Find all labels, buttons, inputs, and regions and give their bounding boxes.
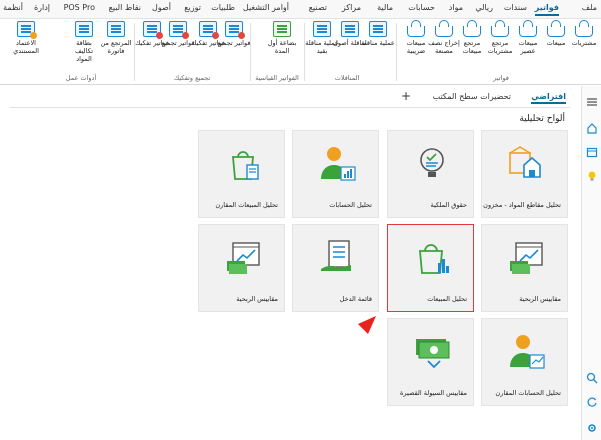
split-icon <box>143 21 163 39</box>
refresh-icon[interactable] <box>586 396 598 408</box>
cost-card-button[interactable]: بطاقة تكاليف المواد <box>67 21 101 63</box>
equity-icon <box>420 148 444 177</box>
basket-icon <box>519 20 537 37</box>
asset-transfer-icon <box>341 21 359 37</box>
first-period-button[interactable]: بضاعة أول المدة <box>265 21 299 55</box>
lightbulb-icon[interactable] <box>586 170 598 182</box>
inventory-analysis-icon <box>509 146 541 178</box>
ribbon-divider <box>304 23 305 81</box>
approval-button[interactable]: الاعتماد المستندي <box>9 21 43 55</box>
tile-comparative-sales[interactable]: تحليل المبيعات المقارن <box>198 130 285 218</box>
tile-comparative-accounts[interactable]: تحليل الحسابات المقارن <box>481 318 568 406</box>
tab-pos[interactable]: نقاط البيع <box>109 3 141 12</box>
gear-icon[interactable] <box>586 422 598 434</box>
group-label-standard-invoices: الفواتير القياسية <box>255 74 299 82</box>
tile-inventory-analysis[interactable]: تحليل مقاطع المواد - مخزون <box>481 130 568 218</box>
basket-icon <box>463 20 481 37</box>
page-title: ألواح تحليلية <box>519 114 565 124</box>
add-tab-button[interactable]: + <box>401 89 411 103</box>
tile-caption: تحليل الحسابات المقارن <box>495 389 561 397</box>
tile-caption: تحليل المبيعات <box>427 295 467 303</box>
tab-systems[interactable]: أنظمة <box>3 3 23 12</box>
returned-invoice-icon <box>107 21 125 37</box>
basket-icon <box>575 20 593 37</box>
tab-finance[interactable]: مالية <box>377 3 393 12</box>
short-liquidity-icon <box>416 339 450 369</box>
tile-profitability[interactable]: مقاييس الربحية <box>481 224 568 312</box>
tabs-divider <box>10 107 570 108</box>
merge-icon <box>225 21 245 39</box>
comparative-accounts-icon <box>510 335 545 369</box>
basket-icon <box>435 20 453 37</box>
profitability-icon <box>510 242 543 274</box>
approval-icon <box>17 21 37 39</box>
home-icon[interactable] <box>586 122 598 134</box>
tile-caption: حقوق الملكية <box>430 201 467 209</box>
tab-work-orders[interactable]: أوامر التشغيل <box>243 3 289 12</box>
callout-arrow-icon <box>347 316 376 345</box>
invoices-split2-button[interactable]: فواتير تفكيك <box>135 21 169 47</box>
sales-tax-button[interactable]: مبيعات ضريبية <box>399 20 433 55</box>
tab-assets[interactable]: أصول <box>152 3 171 12</box>
tab-pos-pro[interactable]: POS Pro <box>64 3 95 12</box>
tab-materials[interactable]: مواد <box>449 3 463 12</box>
group-label-transfers: المناقلات <box>334 74 360 82</box>
group-label-group-ops: تجميع وتفكيك <box>173 74 211 82</box>
menu-icon[interactable] <box>586 96 598 108</box>
ribbon-tab-bar: ملف فواتير سندات ريالي مواد حسابات مالية… <box>0 0 601 19</box>
basket-icon <box>547 20 565 37</box>
tile-caption: تحليل المبيعات المقارن <box>215 201 278 209</box>
tab-management[interactable]: إدارة <box>34 3 50 12</box>
tile-sales-analysis[interactable]: تحليل المبيعات <box>387 224 474 312</box>
tab-invoices[interactable]: فواتير <box>534 3 560 16</box>
ribbon-divider <box>134 23 135 81</box>
search-icon[interactable] <box>586 372 598 384</box>
merge-icon <box>169 21 189 39</box>
tab-centers[interactable]: مراكز <box>342 3 361 12</box>
transfer-icon <box>369 21 387 37</box>
tile-caption: تحليل مقاطع المواد - مخزون <box>483 201 561 209</box>
comparative-sales-icon <box>232 151 259 180</box>
split-icon <box>199 21 219 39</box>
tile-income-statement[interactable]: قائمة الدخل <box>292 224 379 312</box>
tab-manufacturing[interactable]: تصنيع <box>309 3 327 12</box>
tab-distribution[interactable]: توزيع <box>184 3 201 12</box>
calendar-icon[interactable] <box>586 146 598 158</box>
invoices-split-button[interactable]: فواتير تفكيك <box>191 21 225 47</box>
tab-desktop-sections[interactable]: تحضيرات سطح المكتب <box>433 92 511 101</box>
tile-short-liquidity[interactable]: مقاييس السيولة القصيرة <box>387 318 474 406</box>
returned-invoice-button[interactable]: المرتجع من فاتورة <box>99 21 133 55</box>
ribbon-panel: مشتريات مبيعات مبيعات عصير مرتجع مشتريات… <box>0 19 601 85</box>
accounts-analysis-icon <box>321 147 356 181</box>
tab-riyali[interactable]: ريالي <box>475 3 493 12</box>
group-label-invoices: فواتير <box>493 74 509 82</box>
tile-caption: مقاييس الربحية <box>519 295 561 303</box>
tab-vouchers[interactable]: سندات <box>504 3 527 12</box>
cash-transfer-button[interactable]: عملية مناقلة بقيد <box>305 21 339 55</box>
cash-transfer-icon <box>313 21 331 37</box>
basket-icon <box>491 20 509 37</box>
tab-default[interactable]: افتراضي <box>531 92 566 104</box>
ribbon-divider <box>396 23 397 81</box>
first-period-icon <box>273 21 291 37</box>
tab-file[interactable]: ملف <box>582 3 597 12</box>
cost-card-icon <box>75 21 93 37</box>
sales-analysis-icon <box>419 244 449 274</box>
tab-orders[interactable]: طلبيات <box>211 3 235 12</box>
tab-accounts[interactable]: حسابات <box>408 3 435 12</box>
side-toolbar <box>581 86 601 440</box>
tile-profitability-2[interactable]: مقاييس الربحية <box>198 224 285 312</box>
tile-caption: قائمة الدخل <box>339 295 372 303</box>
tile-caption: مقاييس السيولة القصيرة <box>400 389 467 397</box>
group-label-tools: أدوات عمل <box>65 74 97 82</box>
tile-equity[interactable]: حقوق الملكية <box>387 130 474 218</box>
tile-accounts-analysis[interactable]: تحليل الحسابات <box>292 130 379 218</box>
tile-caption: تحليل الحسابات <box>329 201 372 209</box>
profitability-icon <box>227 242 260 274</box>
tile-caption: مقاييس الربحية <box>236 295 278 303</box>
income-statement-icon <box>321 240 351 271</box>
basket-icon <box>407 20 425 37</box>
